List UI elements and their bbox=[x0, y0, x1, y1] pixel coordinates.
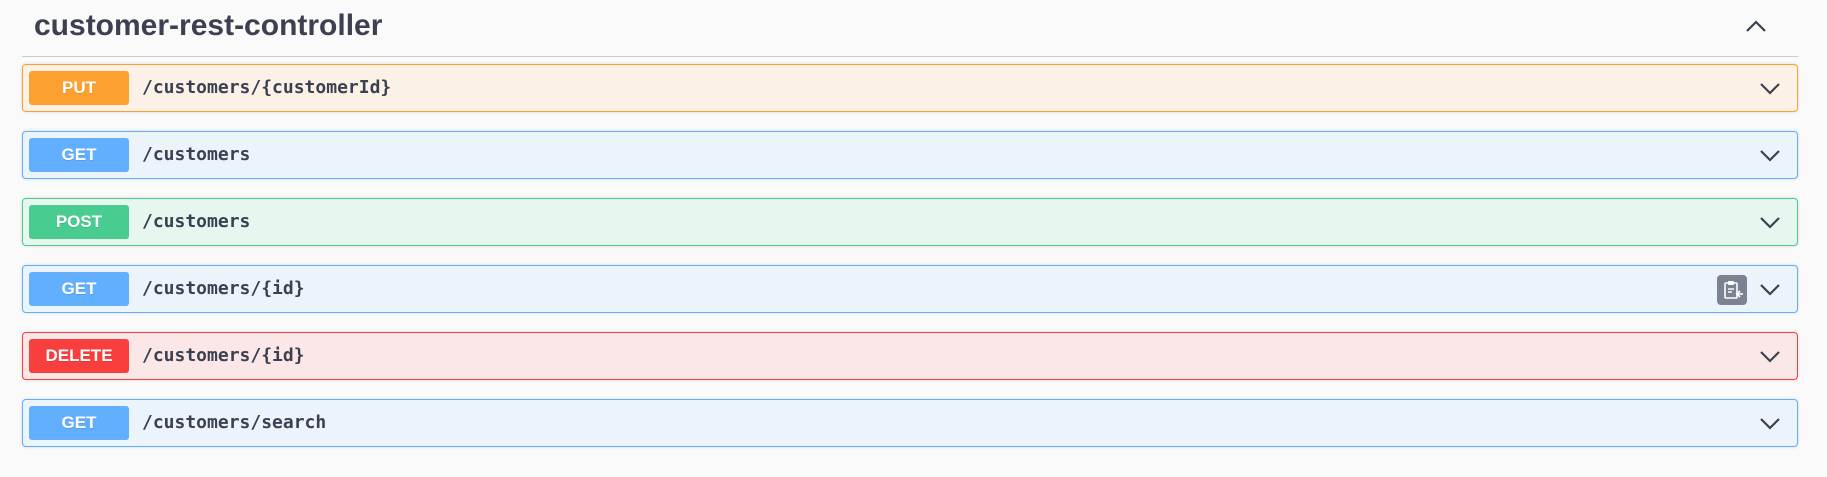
operations-list: PUT /customers/{customerId} GET /custome… bbox=[22, 64, 1798, 466]
method-badge: GET bbox=[29, 138, 129, 172]
api-section: customer-rest-controller PUT /customers/… bbox=[0, 0, 1827, 477]
operation-path: /customers/{id} bbox=[142, 278, 305, 299]
operation-path: /customers bbox=[142, 144, 251, 165]
clipboard-copy-icon[interactable] bbox=[1717, 275, 1747, 305]
chevron-down-icon[interactable] bbox=[1755, 140, 1785, 170]
chevron-down-icon[interactable] bbox=[1755, 274, 1785, 304]
operation-path: /customers/{customerId} bbox=[142, 77, 392, 98]
chevron-down-icon[interactable] bbox=[1755, 341, 1785, 371]
chevron-up-icon[interactable] bbox=[1736, 6, 1776, 46]
operation-put-customer[interactable]: PUT /customers/{customerId} bbox=[22, 64, 1798, 112]
operation-path: /customers/{id} bbox=[142, 345, 305, 366]
chevron-down-icon[interactable] bbox=[1755, 408, 1785, 438]
operation-get-customers[interactable]: GET /customers bbox=[22, 131, 1798, 179]
method-badge: DELETE bbox=[29, 339, 129, 373]
method-badge: GET bbox=[29, 406, 129, 440]
operation-path: /customers/search bbox=[142, 412, 327, 433]
method-badge: PUT bbox=[29, 71, 129, 105]
operation-path: /customers bbox=[142, 211, 251, 232]
operation-search-customers[interactable]: GET /customers/search bbox=[22, 399, 1798, 447]
operation-get-customer-by-id[interactable]: GET /customers/{id} bbox=[22, 265, 1798, 313]
method-badge: POST bbox=[29, 205, 129, 239]
section-header[interactable]: customer-rest-controller bbox=[22, 0, 1798, 57]
operation-post-customers[interactable]: POST /customers bbox=[22, 198, 1798, 246]
operation-delete-customer[interactable]: DELETE /customers/{id} bbox=[22, 332, 1798, 380]
method-badge: GET bbox=[29, 272, 129, 306]
chevron-down-icon[interactable] bbox=[1755, 73, 1785, 103]
chevron-down-icon[interactable] bbox=[1755, 207, 1785, 237]
section-title: customer-rest-controller bbox=[34, 9, 383, 42]
